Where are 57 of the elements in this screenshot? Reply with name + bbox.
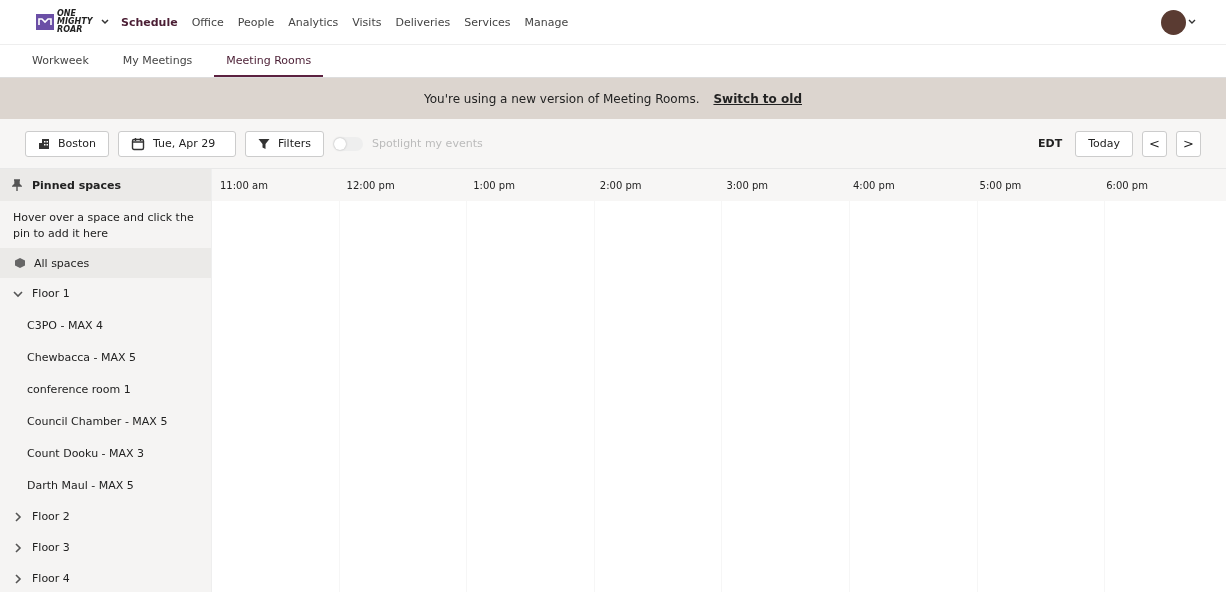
filter-icon (258, 137, 271, 150)
calendar-icon (131, 136, 146, 151)
chevron-down-icon[interactable] (1188, 19, 1196, 25)
hour-label: 3:00 pm (726, 179, 770, 191)
room-item[interactable]: Council Chamber - MAX 5 (0, 405, 211, 437)
floor-label: Floor 2 (32, 510, 70, 523)
floor-label: Floor 1 (32, 287, 70, 300)
room-item[interactable]: conference room 1 (0, 373, 211, 405)
nav-link[interactable]: Services (464, 15, 511, 29)
banner-text: You're using a new version of Meeting Rooms. (424, 91, 700, 106)
location-button[interactable]: Boston (25, 130, 110, 157)
nav-link[interactable]: Visits (352, 15, 382, 29)
floor-item[interactable]: Floor 2 (0, 501, 211, 532)
spotlight-toggle[interactable] (333, 136, 363, 151)
hour-label: 11:00 am (220, 179, 269, 191)
floor-label: Floor 3 (32, 541, 70, 554)
tab[interactable]: Workweek (20, 45, 101, 77)
avatar[interactable] (1161, 9, 1186, 35)
nav-link[interactable]: Schedule (121, 15, 178, 29)
chevron-down-icon[interactable] (100, 18, 110, 26)
logo-text: ONE MIGHTY ROAR (57, 10, 94, 34)
filters-button[interactable]: Filters (245, 130, 324, 157)
all-spaces-item[interactable]: All spaces (0, 248, 211, 278)
previous-button[interactable]: < (1142, 130, 1167, 157)
timezone-label: EDT (1038, 137, 1063, 150)
pinned-title: Pinned spaces (32, 178, 122, 192)
floor-label: Floor 4 (32, 572, 70, 585)
hour-label: 12:00 pm (346, 179, 396, 191)
date-button[interactable]: Tue, Apr 29 (118, 130, 237, 157)
tab[interactable]: My Meetings (110, 45, 205, 77)
room-item[interactable]: Darth Maul - MAX 5 (0, 469, 211, 501)
pinned-hint: Hover over a space and click the pin to add it here (12, 210, 195, 242)
all-spaces-label: All spaces (34, 256, 90, 270)
spotlight-label: Spotlight my events (372, 137, 483, 150)
nav-link[interactable]: People (237, 15, 275, 29)
building-icon (38, 137, 50, 150)
logo-icon (36, 14, 54, 30)
floor-item[interactable]: Floor 4 (0, 563, 211, 592)
floor-item[interactable]: Floor 1 (0, 278, 211, 309)
hour-label: 4:00 pm (852, 179, 896, 191)
hour-label: 6:00 pm (1106, 179, 1149, 191)
hour-label: 2:00 pm (599, 179, 643, 191)
room-item[interactable]: Count Dooku - MAX 3 (0, 437, 211, 469)
room-item[interactable]: Chewbacca - MAX 5 (0, 341, 211, 373)
nav-link[interactable]: Office (191, 15, 224, 29)
floor-item[interactable]: Floor 3 (0, 532, 211, 563)
hour-label: 5:00 pm (979, 179, 1023, 191)
pin-icon (12, 179, 22, 191)
hour-label: 1:00 pm (473, 179, 516, 191)
nav-link[interactable]: Manage (524, 15, 569, 29)
nav-link[interactable]: Deliveries (395, 15, 451, 29)
next-button[interactable]: > (1176, 130, 1201, 157)
switch-link[interactable]: Switch to old (713, 91, 802, 106)
nav-link[interactable]: Analytics (288, 15, 339, 29)
cube-icon (14, 257, 26, 269)
today-button[interactable]: Today (1075, 130, 1133, 157)
room-item[interactable]: C3PO - MAX 4 (0, 309, 211, 341)
